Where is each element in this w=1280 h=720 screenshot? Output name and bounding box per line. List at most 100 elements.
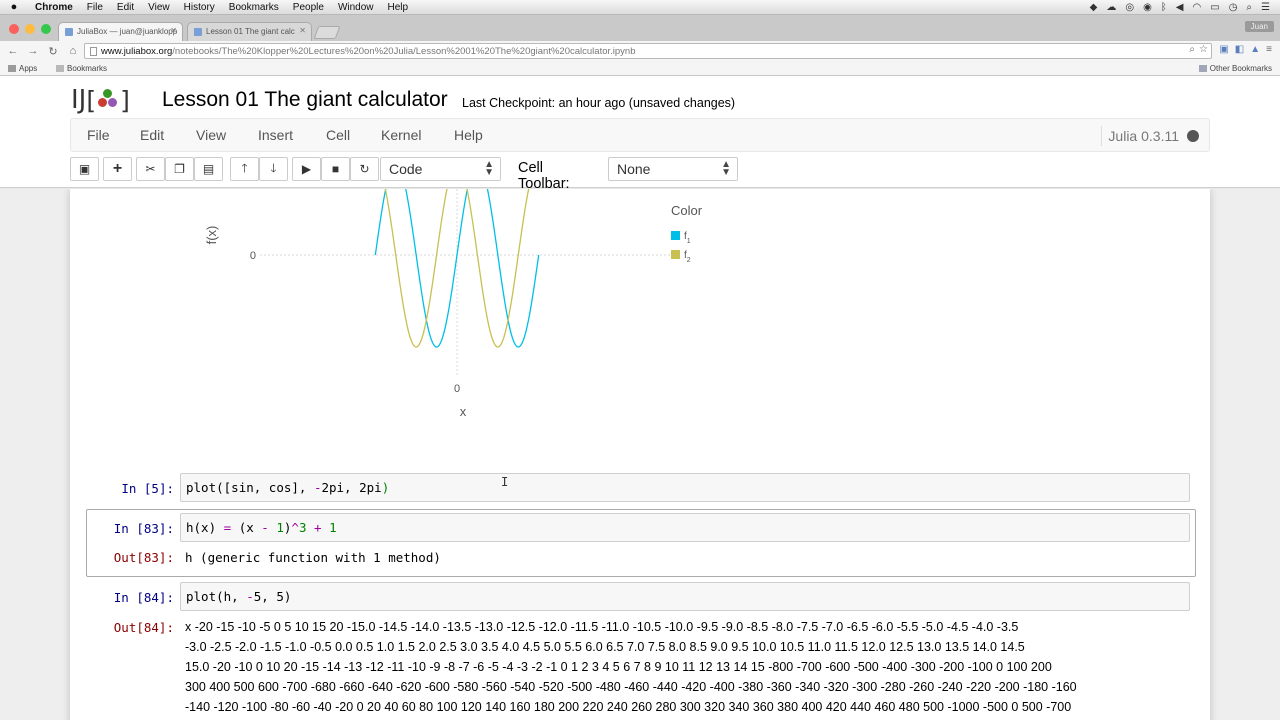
record-icon[interactable]: ◉: [1143, 2, 1152, 13]
bookmark-star-icon[interactable]: ☆: [1199, 44, 1208, 55]
mac-menu-help[interactable]: Help: [381, 2, 416, 13]
zoom-window-icon[interactable]: [41, 24, 51, 34]
cloud-icon[interactable]: ☁: [1106, 2, 1116, 13]
logo-bracket-left: [: [86, 85, 97, 115]
legend-label-f1: f1: [684, 231, 691, 245]
menu-file[interactable]: File: [87, 127, 110, 143]
browser-tab-lesson[interactable]: Lesson 01 The giant calc ✕: [187, 22, 312, 41]
bookmark-bookmarks[interactable]: Bookmarks: [56, 64, 107, 73]
zoom-icon[interactable]: ⌕: [1189, 44, 1195, 55]
menu-insert[interactable]: Insert: [258, 127, 293, 143]
insert-cell-button[interactable]: +: [103, 157, 132, 181]
list-icon[interactable]: ☰: [1261, 2, 1270, 13]
browser-tab-juliabox[interactable]: JuliaBox — juan@juanklopp ✕: [58, 22, 183, 41]
tab-favicon-icon: [194, 28, 202, 36]
run-button[interactable]: ▶: [292, 157, 321, 181]
forward-icon[interactable]: →: [26, 45, 40, 57]
move-up-button[interactable]: 🡑: [230, 157, 259, 181]
notebook-menubar: File Edit View Insert Cell Kernel Help J…: [70, 118, 1210, 152]
reload-icon[interactable]: ↻: [46, 45, 60, 58]
cut-button[interactable]: ✂: [136, 157, 165, 181]
arrow-down-icon: 🡓: [270, 160, 277, 175]
legend-title: Color: [671, 203, 703, 218]
menu-help[interactable]: Help: [454, 127, 483, 143]
bookmarks-bar: Apps Bookmarks Other Bookmarks: [0, 61, 1280, 76]
volume-icon[interactable]: ◀: [1176, 2, 1184, 13]
save-button[interactable]: ▣: [70, 157, 99, 181]
notebook-title[interactable]: Lesson 01 The giant calculator: [162, 88, 448, 112]
kernel-busy-icon: [1187, 130, 1199, 142]
cell-toolbar-value: None: [617, 161, 651, 177]
search-icon[interactable]: ⌕: [1246, 2, 1252, 13]
new-tab-button[interactable]: [313, 26, 341, 39]
code-token: 2pi, 2pi: [321, 480, 382, 495]
extension-icon[interactable]: ▲: [1250, 44, 1260, 55]
extension-icon[interactable]: ▣: [1219, 44, 1228, 55]
apple-menu-icon[interactable]: ●: [0, 1, 28, 13]
close-tab-icon[interactable]: ✕: [170, 26, 177, 35]
home-icon[interactable]: ⌂: [66, 45, 80, 57]
restart-button[interactable]: ↻: [350, 157, 379, 181]
profile-button[interactable]: Juan: [1244, 21, 1274, 32]
close-tab-icon[interactable]: ✕: [299, 26, 306, 35]
apps-icon: [8, 65, 16, 72]
cell-toolbar-label: Cell Toolbar:: [518, 160, 570, 192]
mac-menu-history[interactable]: History: [177, 2, 222, 13]
cell-83-out-prompt: Out[83]:: [113, 550, 174, 565]
move-down-button[interactable]: 🡓: [259, 157, 288, 181]
mac-menu-window[interactable]: Window: [331, 2, 381, 13]
bookmark-other[interactable]: Other Bookmarks: [1198, 64, 1272, 73]
menu-view[interactable]: View: [196, 127, 226, 143]
code-token: 5, 5): [253, 589, 292, 604]
menu-kernel[interactable]: Kernel: [381, 127, 421, 143]
wifi-icon[interactable]: ◠: [1193, 2, 1202, 13]
close-window-icon[interactable]: [9, 24, 19, 34]
cell-5-input[interactable]: plot([sin, cos], -2pi, 2pi): [180, 473, 1190, 502]
bookmark-apps[interactable]: Apps: [8, 64, 37, 73]
bluetooth-icon[interactable]: ᛒ: [1161, 2, 1167, 13]
mac-menu-bookmarks[interactable]: Bookmarks: [222, 2, 286, 13]
app-menu-chrome[interactable]: Chrome: [28, 2, 80, 13]
tab-title: JuliaBox — juan@juanklopp: [77, 27, 178, 36]
address-bar[interactable]: www.juliabox.org/notebooks/The%20Klopper…: [84, 43, 1212, 59]
logo-bracket-right: ]: [120, 85, 130, 115]
menu-edit[interactable]: Edit: [140, 127, 164, 143]
back-icon[interactable]: ←: [6, 45, 20, 57]
cell-83-input[interactable]: h(x) = (x - 1)^3 + 1: [180, 513, 1190, 542]
series-line-f1: [374, 189, 540, 348]
sync-icon[interactable]: ◎: [1125, 2, 1134, 13]
paste-button[interactable]: ▤: [194, 157, 223, 181]
cell-84-out-prompt: Out[84]:: [113, 620, 174, 635]
battery-icon[interactable]: ▭: [1210, 2, 1219, 13]
dropbox-icon[interactable]: ◆: [1090, 2, 1098, 13]
clock-icon[interactable]: ◷: [1229, 2, 1238, 13]
notebook-header: IJ [ ] Lesson 01 The giant calculator La…: [0, 76, 1280, 192]
legend-swatch-f1: [671, 231, 680, 240]
minimize-window-icon[interactable]: [25, 24, 35, 34]
x-tick-label: 0: [454, 383, 460, 395]
cell-type-select[interactable]: Code ▲ ▼: [380, 157, 501, 181]
output-line: 300 400 500 600 -700 -680 -660 -640 -620…: [185, 680, 1077, 694]
play-icon: ▶: [301, 162, 312, 176]
mac-menu-people[interactable]: People: [286, 2, 331, 13]
extension-icon[interactable]: ◧: [1235, 44, 1244, 55]
ijulia-logo[interactable]: IJ [ ]: [71, 85, 130, 115]
bookmark-label: Apps: [19, 64, 38, 73]
url-path: /notebooks/The%20Klopper%20Lectures%20on…: [172, 46, 636, 57]
mac-menu-view[interactable]: View: [141, 2, 177, 13]
code-token: ): [381, 480, 390, 495]
browser-toolbar: ← → ↻ ⌂ www.juliabox.org/notebooks/The%2…: [0, 41, 1280, 61]
cell-toolbar-select[interactable]: None ▲ ▼: [608, 157, 738, 181]
paste-icon: ▤: [202, 162, 215, 176]
tab-title: Lesson 01 The giant calc: [206, 27, 295, 36]
cell-84-input[interactable]: plot(h, -5, 5): [180, 582, 1190, 611]
interrupt-button[interactable]: ■: [321, 157, 350, 181]
mac-menu-edit[interactable]: Edit: [110, 2, 141, 13]
folder-icon: [56, 65, 64, 72]
output-line: -3.0 -2.5 -2.0 -1.5 -1.0 -0.5 0.0 0.5 1.…: [185, 640, 1025, 654]
mac-menu-file[interactable]: File: [80, 2, 110, 13]
menu-cell[interactable]: Cell: [326, 127, 350, 143]
y-tick-label: 0: [250, 250, 256, 262]
copy-button[interactable]: ❐: [165, 157, 194, 181]
chrome-menu-icon[interactable]: ≡: [1266, 44, 1272, 55]
